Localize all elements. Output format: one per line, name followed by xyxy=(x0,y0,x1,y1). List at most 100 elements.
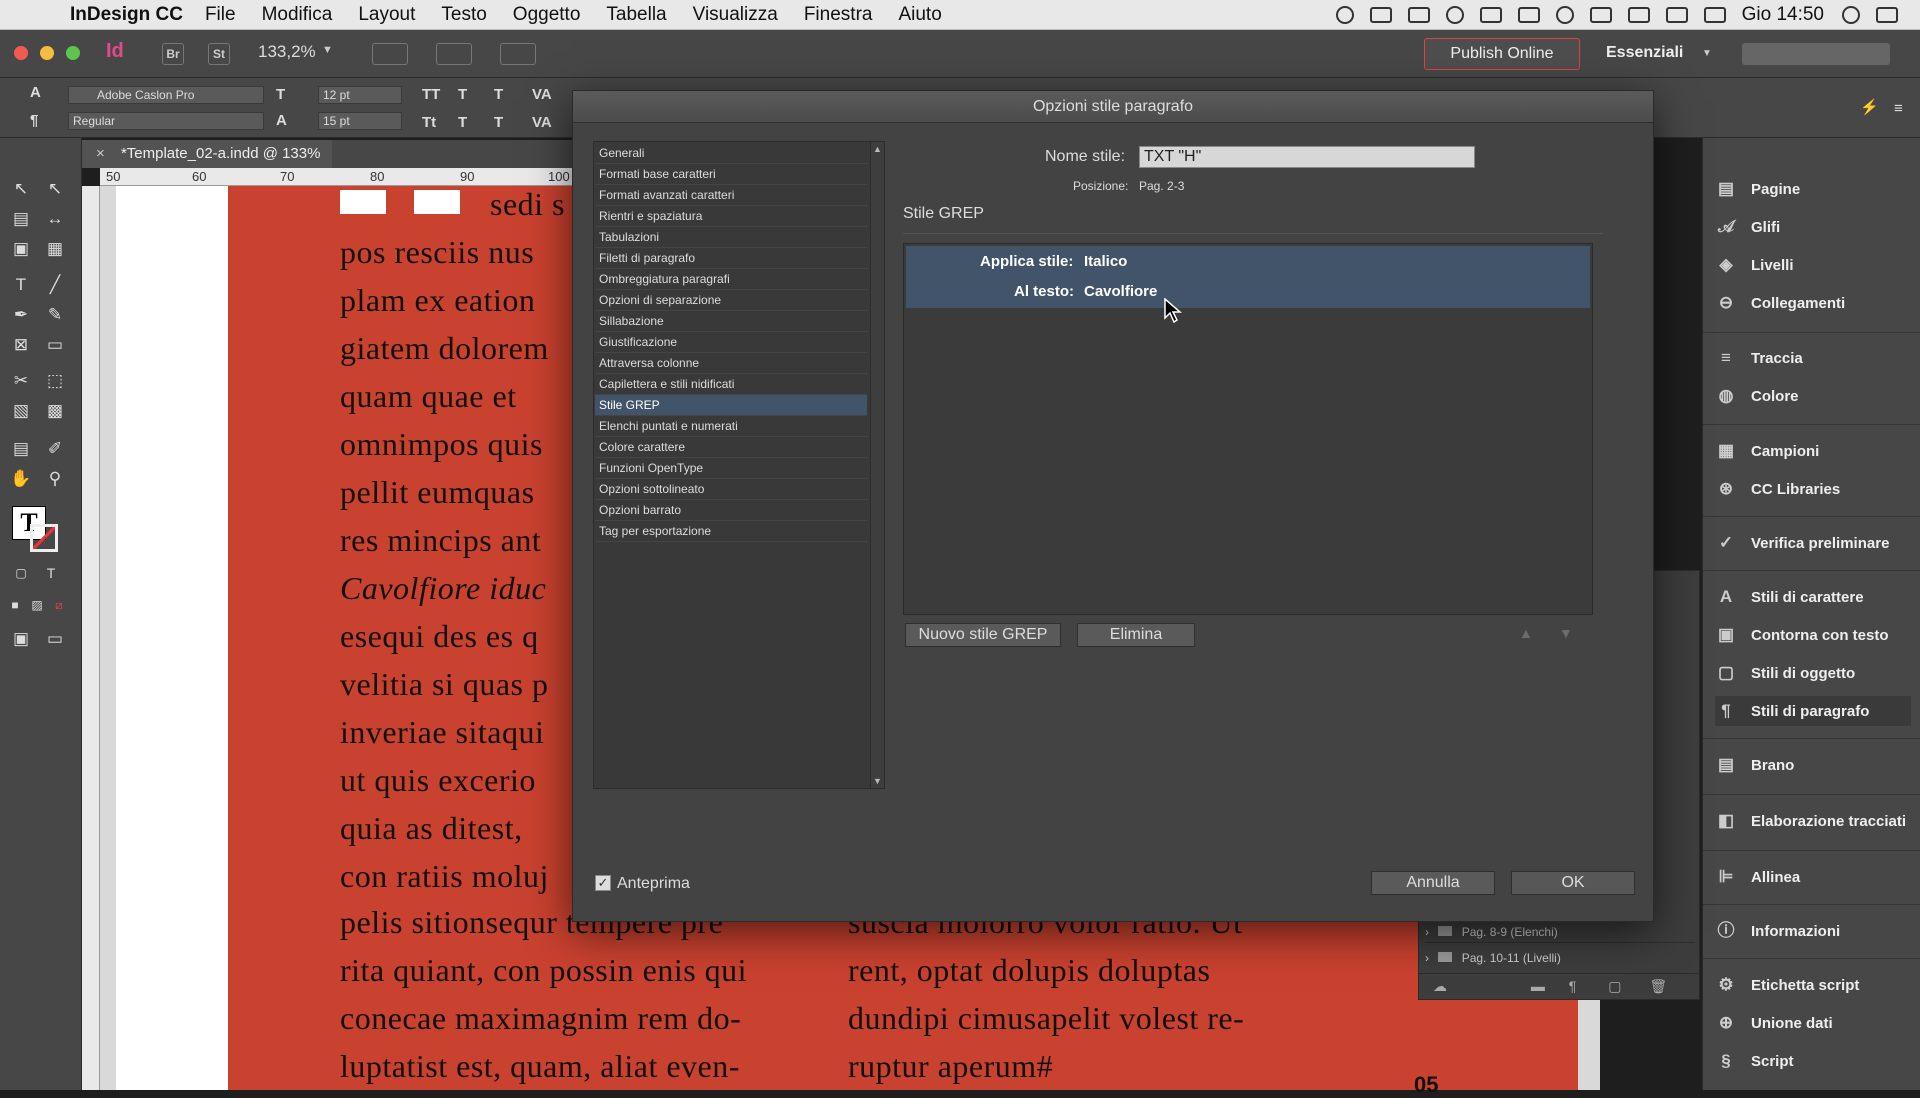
underline-icon[interactable]: T xyxy=(494,86,503,103)
record-icon[interactable] xyxy=(1335,6,1354,24)
help-search-input[interactable] xyxy=(1742,43,1890,65)
panel-glifi[interactable]: 𝒜 Glifi xyxy=(1715,212,1780,242)
panel-collegamenti[interactable]: ⊖ Collegamenti xyxy=(1715,288,1845,318)
screen-mode-button[interactable] xyxy=(436,43,472,65)
panel-script[interactable]: § Script xyxy=(1715,1046,1793,1076)
tracking-icon[interactable]: VA xyxy=(532,114,552,131)
clock[interactable]: Gio 14:50 xyxy=(1742,4,1824,26)
scroll-down-arrow-icon[interactable]: ▼ xyxy=(873,776,882,786)
workspace-dropdown-icon[interactable]: ▼ xyxy=(1702,48,1712,59)
category-item[interactable]: Formati base caratteri xyxy=(595,164,867,185)
gap-tool-icon[interactable]: ↔ xyxy=(44,208,66,230)
vertical-ruler[interactable] xyxy=(82,186,100,1090)
category-item[interactable]: Giustificazione xyxy=(595,332,867,353)
small-caps-icon[interactable]: Tt xyxy=(422,114,436,131)
text-line[interactable]: inveriae sitaqui xyxy=(340,714,544,751)
airplay-icon[interactable] xyxy=(1517,7,1540,23)
menu-oggetto[interactable]: Oggetto xyxy=(513,4,581,26)
minimize-window-icon[interactable] xyxy=(40,46,54,60)
panel-stili-di-oggetto[interactable]: ▢ Stili di oggetto xyxy=(1715,658,1855,688)
expand-arrow-icon[interactable]: › xyxy=(1425,925,1429,939)
text-line[interactable]: velitia si quas p xyxy=(340,666,548,703)
drive-icon[interactable] xyxy=(1479,7,1502,23)
workspace-switcher[interactable]: Essenziali xyxy=(1606,44,1683,62)
zoom-level[interactable]: 133,2% xyxy=(258,42,316,62)
cancel-button[interactable]: Annulla xyxy=(1371,871,1495,895)
category-item[interactable]: Ombreggiatura paragrafi xyxy=(595,269,867,290)
notification-center-icon[interactable] xyxy=(1876,7,1898,23)
panel-etichetta-script[interactable]: ⚙ Etichetta script xyxy=(1715,970,1859,1000)
expand-arrow-icon[interactable]: › xyxy=(1425,951,1429,965)
horizontal-ruler[interactable]: 50 60 70 80 90 100 xyxy=(100,168,580,186)
time-machine-icon[interactable] xyxy=(1555,6,1574,24)
panel-cc-libraries[interactable]: ⊛ CC Libraries xyxy=(1715,474,1840,504)
menu-layout[interactable]: Layout xyxy=(358,4,415,26)
character-mode-icon[interactable]: A xyxy=(30,84,41,101)
panel-stili-di-carattere[interactable]: A Stili di carattere xyxy=(1715,582,1864,612)
move-up-arrow-icon[interactable]: ▲ xyxy=(1519,625,1533,641)
text-line[interactable]: conecae maximagnim rem do- xyxy=(340,1000,741,1037)
menu-app-name[interactable]: InDesign CC xyxy=(70,4,183,26)
panel-informazioni[interactable]: ⓘ Informazioni xyxy=(1715,916,1841,946)
paragraph-mode-icon[interactable]: ¶ xyxy=(30,112,38,129)
kerning-icon[interactable]: VA xyxy=(532,86,552,103)
apply-style-value[interactable]: Italico xyxy=(1084,253,1127,270)
category-item[interactable]: Elenchi puntati e numerati xyxy=(595,416,867,437)
screen-mode-icon[interactable]: ▭ xyxy=(44,628,66,650)
text-line[interactable]: omnimpos quis xyxy=(340,426,543,463)
text-line[interactable]: rent, optat dolupis doluptas xyxy=(848,952,1210,989)
menu-modifica[interactable]: Modifica xyxy=(262,4,333,26)
text-line[interactable]: dundipi cimusapelit volest re- xyxy=(848,1000,1244,1037)
rectangle-tool-icon[interactable]: ▭ xyxy=(44,334,66,356)
all-caps-icon[interactable]: TT xyxy=(422,86,440,103)
style-name-input[interactable]: TXT "H" xyxy=(1139,146,1475,168)
stock-button[interactable]: St xyxy=(208,43,230,65)
category-item[interactable]: Generali xyxy=(595,143,867,164)
menu-finestra[interactable]: Finestra xyxy=(804,4,873,26)
grep-style-list[interactable]: Applica stile: Italico Al testo: Cavolfi… xyxy=(903,243,1593,615)
close-tab-icon[interactable]: × xyxy=(96,145,105,162)
panel-stili-di-paragrafo[interactable]: ¶ Stili di paragrafo xyxy=(1715,696,1911,726)
view-options-button[interactable] xyxy=(372,43,408,65)
apply-none-icon[interactable]: ⧄ xyxy=(48,594,70,616)
to-text-value[interactable]: Cavolfiore xyxy=(1084,283,1157,300)
text-line[interactable]: quam quae et xyxy=(340,378,517,415)
eyedropper-tool-icon[interactable]: ✐ xyxy=(44,438,66,460)
image-placeholder[interactable] xyxy=(414,190,460,214)
move-icon[interactable]: ¶ xyxy=(1569,978,1577,994)
panel-allinea[interactable]: ⊫ Allinea xyxy=(1715,862,1801,892)
menu-file[interactable]: File xyxy=(205,4,236,26)
page-tool-icon[interactable]: ▤ xyxy=(10,208,32,230)
gradient-feather-tool-icon[interactable]: ▩ xyxy=(44,400,66,422)
panel-elaborazione-tracciati[interactable]: ◧ Elaborazione tracciati xyxy=(1715,806,1906,836)
panel-campioni[interactable]: ▦ Campioni xyxy=(1715,436,1819,466)
bridge-button[interactable]: Br xyxy=(162,43,184,65)
preview-mode-icon[interactable]: ▣ xyxy=(10,628,32,650)
ok-button[interactable]: OK xyxy=(1511,871,1635,895)
cc-cloud-icon[interactable]: ☁ xyxy=(1433,978,1447,994)
menu-tabella[interactable]: Tabella xyxy=(606,4,666,26)
menu-testo[interactable]: Testo xyxy=(441,4,486,26)
sync-icon[interactable] xyxy=(1445,6,1464,24)
text-line[interactable]: con ratiis moluj xyxy=(340,858,549,895)
preview-label[interactable]: Anteprima xyxy=(617,875,690,893)
wifi-icon[interactable] xyxy=(1627,7,1650,23)
panel-brano[interactable]: ▤ Brano xyxy=(1715,750,1794,780)
zoom-window-icon[interactable] xyxy=(66,46,80,60)
category-item-selected[interactable]: Stile GREP xyxy=(595,395,867,416)
apply-color-icon[interactable]: ■ xyxy=(4,594,26,616)
line-tool-icon[interactable]: ╱ xyxy=(44,274,66,296)
volume-icon[interactable] xyxy=(1665,7,1688,23)
font-family-field[interactable]: Adobe Caslon Pro xyxy=(68,86,264,104)
superscript-icon[interactable]: T xyxy=(458,86,467,103)
delete-icon[interactable]: 🗑 xyxy=(1649,978,1667,994)
subscript-icon[interactable]: T xyxy=(458,114,467,131)
scroll-up-arrow-icon[interactable]: ▲ xyxy=(873,144,882,154)
pages-row[interactable]: › Pag. 10-11 (Livelli) xyxy=(1425,947,1695,969)
text-line[interactable]: pellit eumquas xyxy=(340,474,535,511)
quick-apply-icon[interactable]: ⚡ xyxy=(1860,98,1879,116)
apply-gradient-icon[interactable]: ▨ xyxy=(26,594,48,616)
strikethrough-icon[interactable]: T xyxy=(494,114,503,131)
hand-tool-icon[interactable]: ✋ xyxy=(10,468,32,490)
type-tool-icon[interactable]: T xyxy=(10,274,32,296)
